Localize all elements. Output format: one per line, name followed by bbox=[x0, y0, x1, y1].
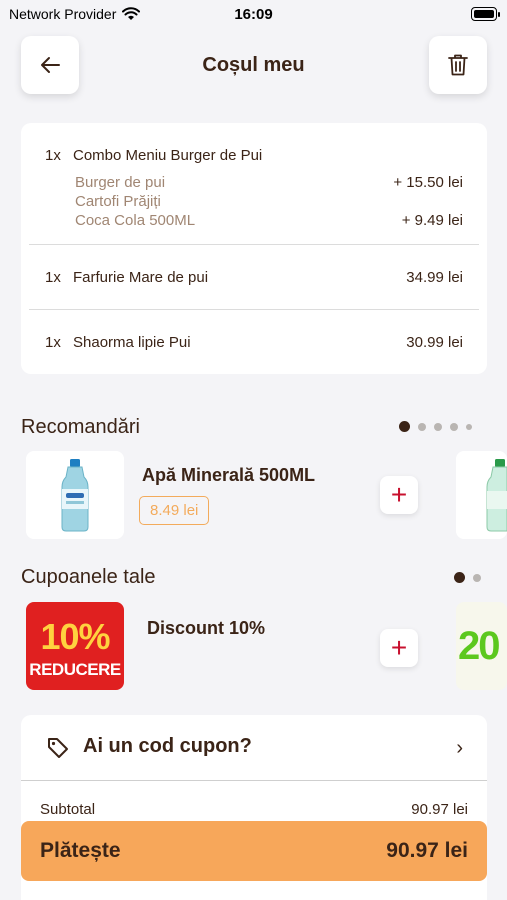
cart-item-qty: 1x bbox=[45, 147, 61, 164]
cart-item-name: Farfurie Mare de pui bbox=[73, 269, 209, 286]
add-product-button[interactable]: + bbox=[380, 476, 418, 514]
water-bottle-icon bbox=[61, 459, 89, 532]
cart-item-name: Shaorma lipie Pui bbox=[73, 334, 191, 351]
divider bbox=[29, 309, 479, 310]
clear-cart-button[interactable] bbox=[429, 36, 487, 94]
coupon-badge-percent: 10% bbox=[40, 616, 110, 657]
cart-item-qty: 1x bbox=[45, 269, 61, 286]
product-name: Apă Minerală 500ML bbox=[142, 465, 316, 485]
cart-items-card: 1x Combo Meniu Burger de Pui Burger de pu… bbox=[21, 123, 487, 374]
pay-button[interactable]: Plătește 90.97 lei bbox=[21, 821, 487, 881]
cart-item-price: 30.99 lei bbox=[406, 334, 463, 351]
coupon-image[interactable]: 10% REDUCERE bbox=[26, 602, 124, 690]
pager-dot[interactable] bbox=[450, 422, 458, 431]
status-bar: Network Provider 16:09 bbox=[0, 0, 507, 30]
recommendations-title: Recomandări bbox=[21, 416, 140, 438]
recommendations-pager[interactable] bbox=[399, 421, 472, 432]
pay-label: Plătește bbox=[40, 839, 121, 862]
coupons-pager[interactable] bbox=[454, 572, 481, 583]
subtotal-label: Subtotal bbox=[40, 801, 96, 818]
pager-dot[interactable] bbox=[399, 421, 410, 432]
cart-item-combo[interactable]: 1x Combo Meniu Burger de Pui bbox=[45, 147, 262, 164]
cart-option-price: + 15.50 lei bbox=[393, 174, 463, 191]
product-price: 8.49 lei bbox=[139, 496, 210, 525]
cart-option: Burger de pui bbox=[75, 174, 166, 191]
tag-icon bbox=[48, 738, 68, 758]
product-image[interactable] bbox=[26, 451, 124, 539]
coupon-image-next[interactable]: 20 bbox=[456, 602, 507, 690]
cart-item-name: Combo Meniu Burger de Pui bbox=[73, 147, 263, 164]
cart-option: Coca Cola 500ML bbox=[75, 212, 196, 229]
cart-item-shaorma[interactable]: 1x Shaorma lipie Pui bbox=[45, 334, 191, 351]
coupon-name: Discount 10% bbox=[147, 618, 266, 638]
trash-icon bbox=[448, 54, 468, 76]
product-image-next[interactable] bbox=[456, 451, 507, 539]
coupon-code-label: Ai un cod cupon? bbox=[83, 735, 252, 757]
battery-icon bbox=[471, 7, 500, 21]
pager-dot[interactable] bbox=[454, 572, 465, 583]
coupon-code-row[interactable]: Ai un cod cupon? › bbox=[21, 715, 487, 781]
cart-item-price: 34.99 lei bbox=[406, 269, 463, 286]
cart-option: Cartofi Prăjiți bbox=[75, 193, 161, 210]
water-bottle-icon bbox=[486, 459, 507, 532]
divider bbox=[29, 244, 479, 245]
pager-dot[interactable] bbox=[418, 422, 426, 431]
coupons-title: Cupoanele tale bbox=[21, 566, 156, 588]
add-coupon-button[interactable]: + bbox=[380, 629, 418, 667]
pager-dot[interactable] bbox=[466, 423, 472, 430]
coupon-badge-next: 20 bbox=[458, 624, 500, 668]
subtotal-value: 90.97 lei bbox=[411, 801, 468, 818]
coupon-badge-text: REDUCERE bbox=[29, 660, 121, 679]
chevron-right-icon: › bbox=[456, 737, 463, 759]
cart-item-farfurie[interactable]: 1x Farfurie Mare de pui bbox=[45, 269, 208, 286]
pay-total: 90.97 lei bbox=[386, 839, 468, 862]
cart-option-price: + 9.49 lei bbox=[401, 212, 463, 229]
pager-dot[interactable] bbox=[434, 422, 442, 431]
pager-dot[interactable] bbox=[473, 573, 481, 582]
status-time: 16:09 bbox=[234, 6, 273, 23]
cart-item-qty: 1x bbox=[45, 334, 61, 351]
